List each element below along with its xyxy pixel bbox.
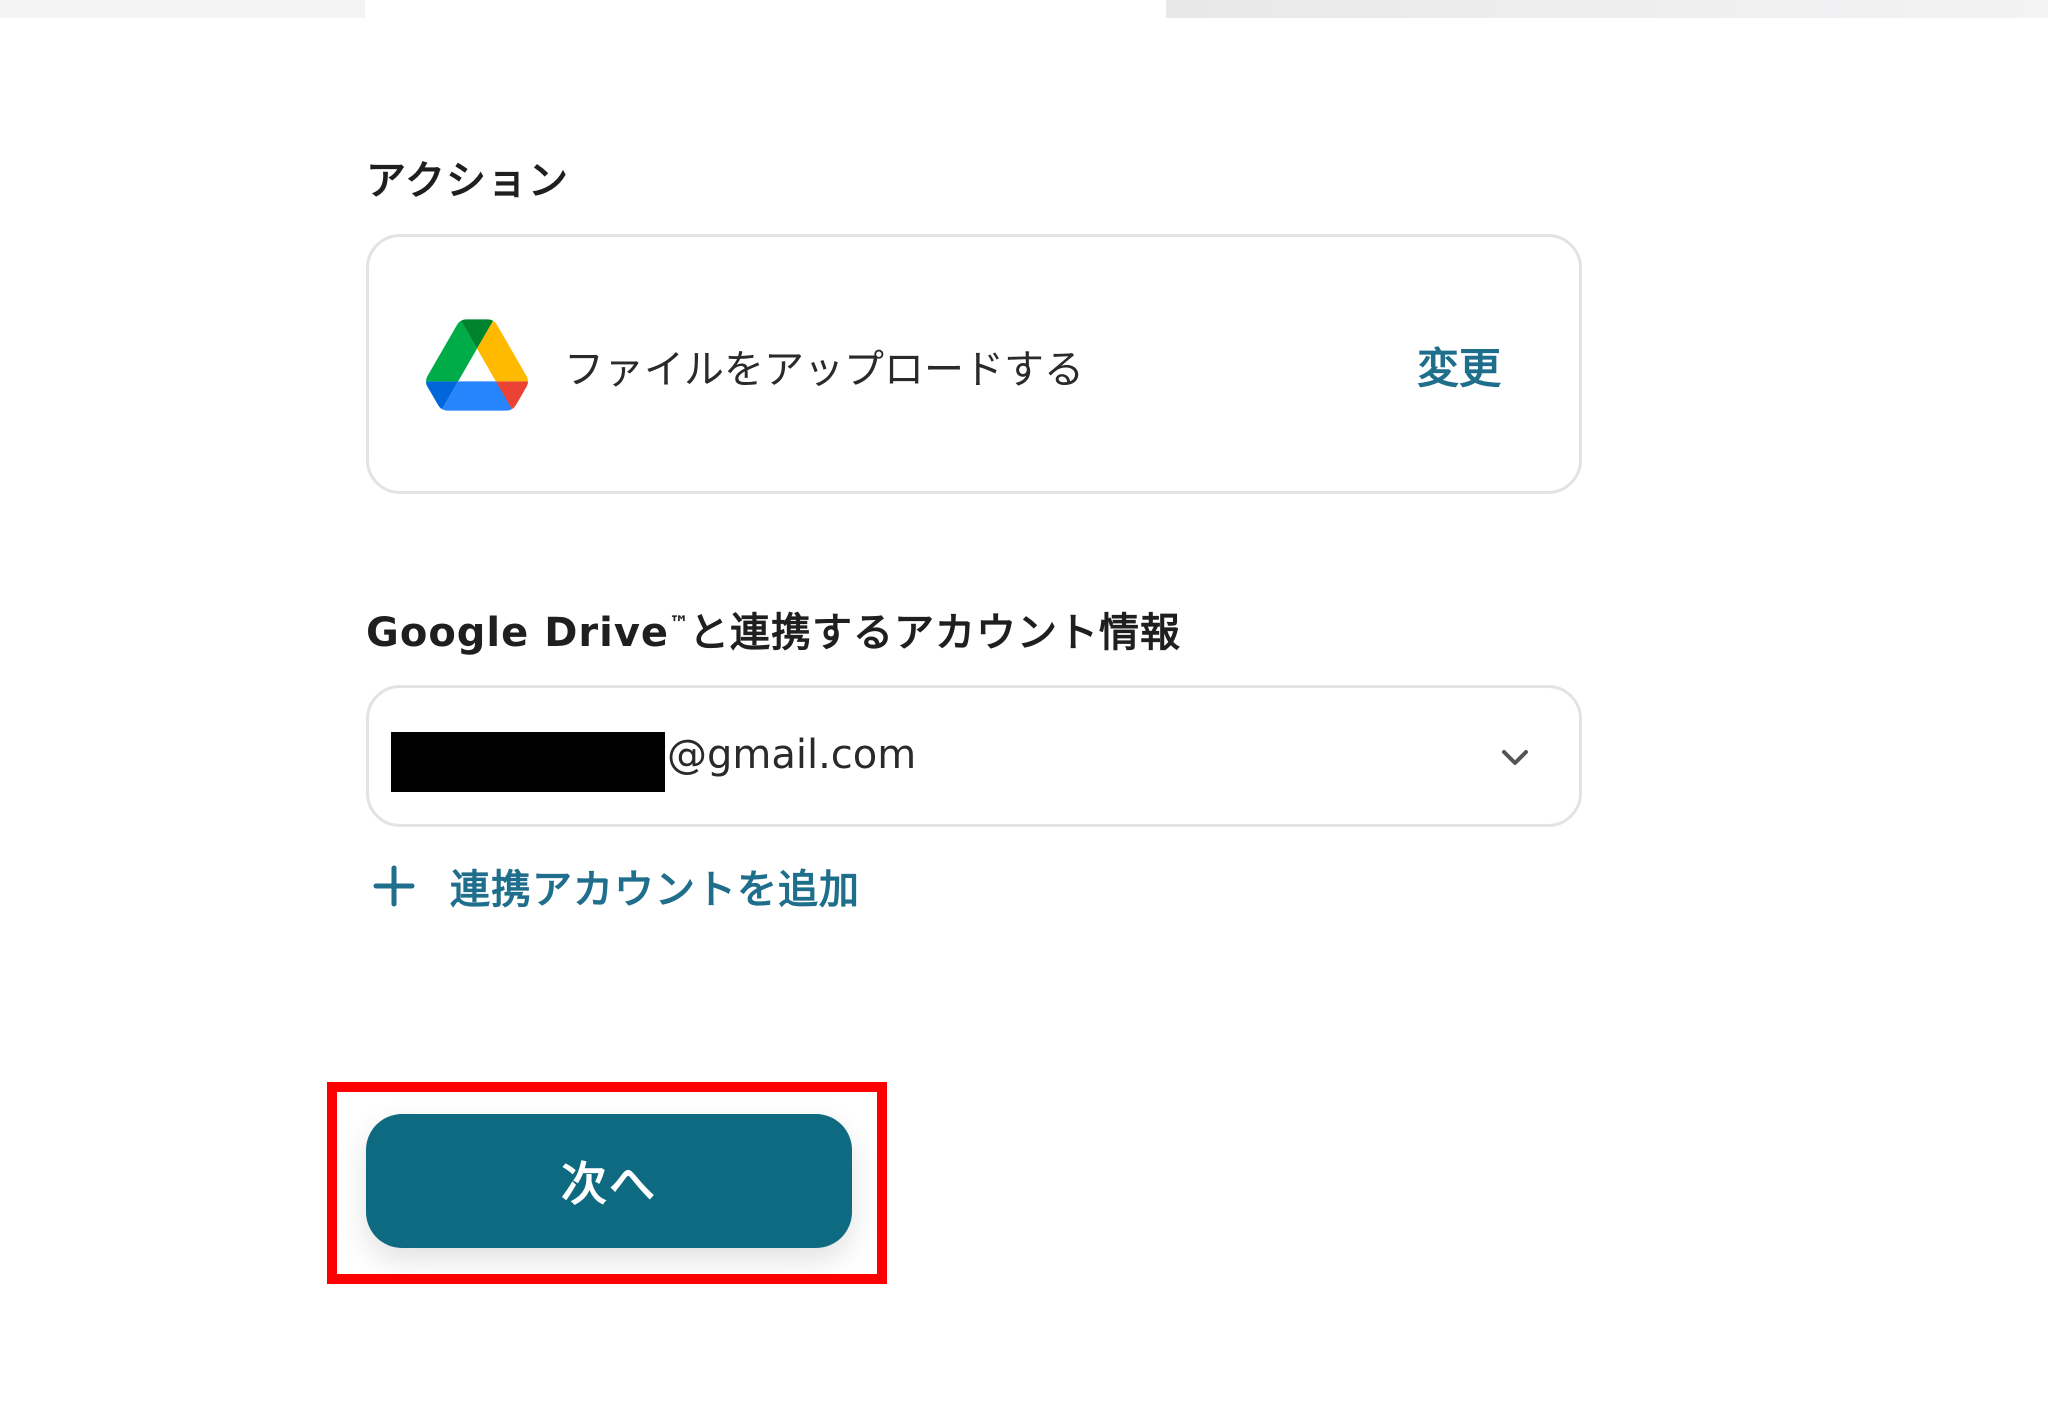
account-email: @gmail.com — [667, 732, 917, 778]
action-card: ファイルをアップロードする 変更 — [366, 234, 1582, 494]
page: アクション ファイルをアップロードする 変更 Google Drive™と連携す… — [0, 0, 2048, 1415]
account-label-suffix: と連携するアカウント情報 — [689, 610, 1182, 656]
top-strip-right — [1166, 0, 2048, 18]
trademark-mark: ™ — [669, 611, 690, 635]
google-drive-icon — [426, 319, 528, 411]
action-section-label: アクション — [366, 158, 569, 204]
account-select[interactable]: @gmail.com — [366, 685, 1582, 827]
top-strip-left — [0, 0, 365, 18]
plus-icon — [373, 865, 415, 907]
chevron-down-icon[interactable] — [1495, 738, 1535, 778]
change-action-link[interactable]: 変更 — [1417, 335, 1501, 396]
action-name: ファイルをアップロードする — [564, 347, 1084, 393]
redacted-email-part — [391, 732, 665, 792]
account-section-label: Google Drive™と連携するアカウント情報 — [366, 600, 1181, 658]
next-button[interactable]: 次へ — [366, 1114, 852, 1248]
add-account-label: 連携アカウントを追加 — [450, 867, 860, 913]
account-label-text: Google Drive — [366, 610, 670, 656]
add-account-link[interactable]: 連携アカウントを追加 — [372, 856, 860, 916]
